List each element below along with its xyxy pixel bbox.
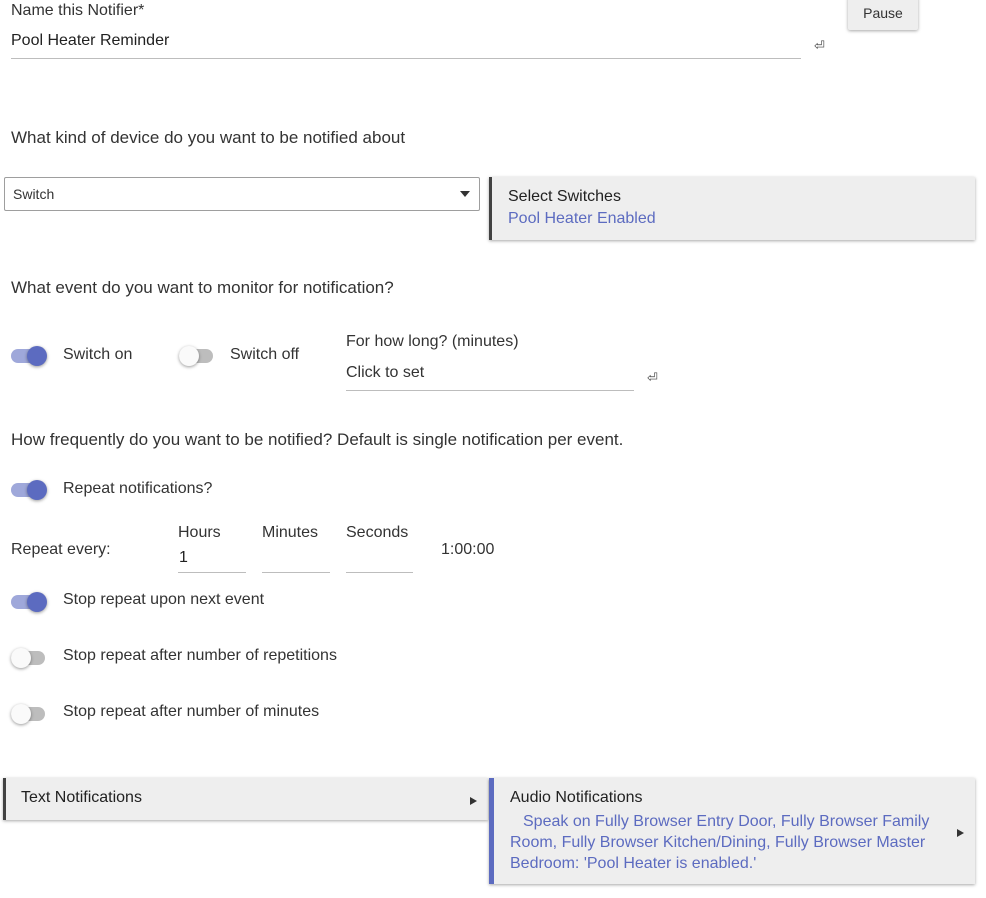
device-type-value: Switch	[13, 186, 55, 202]
chevron-down-icon	[460, 191, 470, 197]
minutes-input[interactable]	[262, 547, 330, 573]
stop-minutes-label: Stop repeat after number of minutes	[63, 703, 320, 720]
notifier-name-field[interactable]: Pool Heater Reminder	[11, 30, 801, 59]
duration-placeholder: Click to set	[346, 364, 425, 381]
pause-button[interactable]: Pause	[848, 0, 918, 30]
select-switches-value: Pool Heater Enabled	[508, 210, 656, 227]
audio-notifications-card[interactable]: Audio Notifications Speak on Fully Brows…	[489, 778, 975, 884]
select-switches-title: Select Switches	[508, 188, 621, 205]
frequency-question: How frequently do you want to be notifie…	[11, 430, 624, 449]
repeat-total-display: 1:00:00	[441, 541, 495, 558]
device-question: What kind of device do you want to be no…	[11, 128, 406, 147]
hours-input[interactable]: 1	[178, 547, 246, 573]
switch-off-label: Switch off	[230, 346, 300, 363]
switch-on-toggle[interactable]	[11, 346, 47, 366]
stop-next-event-label: Stop repeat upon next event	[63, 591, 265, 608]
audio-notifications-value: Speak on Fully Browser Entry Door, Fully…	[510, 813, 930, 872]
seconds-input[interactable]	[346, 547, 413, 573]
notifier-name-label: Name this Notifier*	[11, 2, 145, 19]
text-notifications-card[interactable]: Text Notifications	[3, 778, 488, 820]
enter-key-icon[interactable]: ⏎	[814, 38, 825, 54]
repeat-label: Repeat notifications?	[63, 480, 213, 497]
duration-input[interactable]: Click to set	[346, 362, 634, 391]
seconds-label: Seconds	[346, 524, 409, 541]
duration-label: For how long? (minutes)	[346, 333, 519, 350]
stop-minutes-toggle[interactable]	[11, 704, 47, 724]
play-arrow-icon	[470, 797, 477, 805]
stop-next-event-toggle[interactable]	[11, 592, 47, 612]
hours-label: Hours	[178, 524, 221, 541]
stop-repetitions-toggle[interactable]	[11, 648, 47, 668]
notifier-name-value: Pool Heater Reminder	[11, 32, 170, 49]
switch-off-toggle[interactable]	[179, 346, 215, 366]
hours-value: 1	[179, 549, 188, 566]
repeat-toggle[interactable]	[11, 480, 47, 500]
select-switches-card[interactable]: Select Switches Pool Heater Enabled	[489, 177, 975, 240]
switch-on-label: Switch on	[63, 346, 133, 363]
event-question: What event do you want to monitor for no…	[11, 278, 394, 297]
play-arrow-icon	[957, 829, 964, 837]
minutes-label: Minutes	[262, 524, 319, 541]
stop-repetitions-label: Stop repeat after number of repetitions	[63, 647, 337, 664]
repeat-every-label: Repeat every:	[11, 541, 111, 558]
duration-enter-icon[interactable]: ⏎	[647, 370, 658, 386]
text-notifications-title: Text Notifications	[21, 789, 142, 806]
audio-notifications-title: Audio Notifications	[510, 789, 643, 806]
device-type-select[interactable]: Switch	[4, 177, 480, 211]
